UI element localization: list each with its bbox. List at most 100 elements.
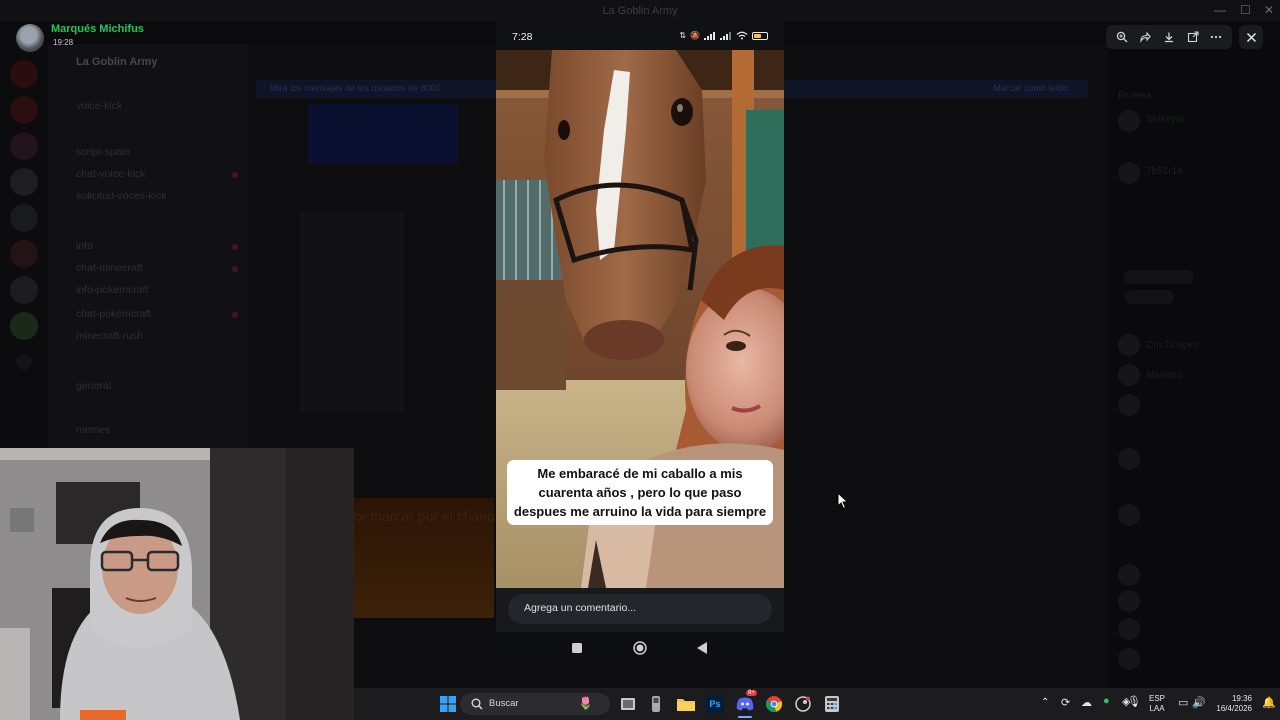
member-avatar [1118, 448, 1140, 470]
tray-cloud-icon[interactable]: ☁ [1081, 696, 1092, 709]
server-icon[interactable] [10, 60, 38, 88]
windows-taskbar: Buscar 🌷 Ps 9+ ⌃ ⟳ ☁ ● ◈ 🎙 ESP LAA ▭ 🔊 1… [354, 688, 1280, 720]
battery-level [754, 33, 761, 38]
file-explorer-icon[interactable] [676, 694, 696, 714]
channel-item[interactable]: info-pokemcraft [76, 284, 148, 296]
member-name[interactable]: Shikeyla [1146, 114, 1184, 125]
wifi-icon [736, 31, 748, 40]
server-icon[interactable] [10, 240, 38, 268]
viewer-toolbar [1106, 25, 1232, 49]
terminal-icon[interactable] [646, 694, 666, 714]
member-placeholder [1124, 290, 1174, 304]
phone-nav-bar [496, 632, 784, 664]
attachment-thumbnail[interactable] [300, 212, 404, 412]
data-icon: ⇅ [679, 31, 687, 40]
member-avatar [1118, 590, 1140, 612]
member-name[interactable]: Mariano [1146, 370, 1182, 381]
zoom-icon[interactable] [1113, 28, 1131, 46]
channel-item[interactable]: chat-minecraft [76, 262, 143, 274]
battery-icon [752, 31, 768, 40]
unread-badge [232, 244, 238, 250]
server-icon[interactable] [10, 312, 38, 340]
discord-icon[interactable]: 9+ [735, 690, 757, 714]
unread-badge [232, 312, 238, 318]
discord-badge: 9+ [746, 690, 757, 696]
webcam-overlay [0, 448, 354, 720]
taskbar-search[interactable]: Buscar 🌷 [460, 693, 610, 715]
search-icon [471, 698, 483, 710]
channel-item[interactable]: memes [76, 424, 110, 436]
member-avatar [1118, 364, 1140, 386]
open-external-icon[interactable] [1184, 28, 1202, 46]
member-list: En línea Shikeyla 7h51r14 CrisTiLopez Ma… [1108, 44, 1280, 694]
member-avatar [1118, 394, 1140, 416]
server-icon[interactable] [10, 132, 38, 160]
notifications-icon[interactable]: 🔔 [1262, 696, 1276, 709]
photoshop-icon[interactable]: Ps [705, 694, 725, 714]
server-icon[interactable] [10, 96, 38, 124]
clock[interactable]: 19:36 16/4/2026 [1212, 694, 1252, 714]
member-name[interactable]: 7h51r14 [1146, 166, 1183, 177]
recent-apps-icon[interactable] [567, 638, 587, 658]
active-app-indicator [738, 716, 752, 718]
story-caption: Me embaracé de mi caballo a mis cuarenta… [507, 460, 773, 525]
keyboard-layout: LAA [1149, 704, 1165, 713]
comment-input[interactable]: Agrega un comentario... [508, 594, 772, 624]
channel-item[interactable]: general [76, 380, 111, 392]
member-avatar [1118, 504, 1140, 526]
phone-screenshot: 7:28 ⇅ 🔕 Me embaracé de mi caballo a mis… [496, 22, 784, 664]
channel-item[interactable]: solicitud-voces-kick [76, 190, 166, 202]
add-server-icon[interactable] [16, 354, 32, 370]
widgets-icon[interactable]: 🌷 [578, 696, 593, 710]
language-indicator[interactable]: ESP LAA [1149, 694, 1165, 714]
back-icon[interactable] [692, 638, 712, 658]
channel-item[interactable]: info [76, 240, 93, 252]
member-avatar [1118, 162, 1140, 184]
tray-mic-icon[interactable]: 🎙 [1127, 695, 1141, 708]
author-name[interactable]: Marqués Michifus [51, 23, 144, 35]
minimize-icon[interactable]: — [1214, 3, 1226, 17]
mark-read-link[interactable]: Marcar como leído [993, 83, 1068, 93]
tray-chevron-icon[interactable]: ⌃ [1041, 697, 1049, 708]
photoshop-label: Ps [706, 695, 724, 713]
network-icon[interactable]: ▭ [1178, 696, 1188, 709]
windows-start-icon[interactable] [438, 694, 458, 714]
search-label: Buscar [489, 698, 519, 709]
clock-time: 19:36 [1231, 694, 1252, 703]
channel-item[interactable]: chat-voice-kick [76, 168, 145, 180]
task-view-icon[interactable] [618, 694, 638, 714]
calculator-icon[interactable] [822, 694, 842, 714]
channel-item[interactable]: chat-pokemcraft [76, 308, 151, 320]
member-name[interactable]: CrisTiLopez [1146, 340, 1199, 351]
server-icon[interactable] [10, 276, 38, 304]
server-icon[interactable] [10, 168, 38, 196]
server-name[interactable]: La Goblin Army [76, 56, 158, 68]
channel-item[interactable]: voice-kick [76, 100, 122, 112]
chat-message-partial: or marcar por el chano [354, 508, 495, 524]
horse-selfie-photo: Me embaracé de mi caballo a mis cuarenta… [496, 50, 784, 588]
mute-icon: 🔕 [690, 31, 700, 40]
channel-item[interactable]: script-spam [76, 146, 130, 158]
volume-icon[interactable]: 🔊 [1192, 696, 1206, 709]
members-online-label: En línea [1118, 90, 1152, 100]
chrome-icon[interactable] [764, 694, 784, 714]
home-icon[interactable] [630, 638, 650, 658]
member-placeholder [1124, 270, 1194, 284]
maximize-icon[interactable]: ☐ [1240, 3, 1251, 17]
clock-date: 16/4/2026 [1216, 704, 1252, 713]
forward-icon[interactable] [1136, 28, 1154, 46]
window-close-icon[interactable]: ✕ [1264, 3, 1274, 17]
phone-status-bar: 7:28 ⇅ 🔕 [496, 22, 784, 52]
server-icon[interactable] [10, 204, 38, 232]
embed-image [308, 104, 458, 164]
download-icon[interactable] [1160, 28, 1178, 46]
steam-icon[interactable] [793, 694, 813, 714]
channel-item[interactable]: minecraft-rush [76, 330, 143, 342]
close-icon[interactable] [1239, 25, 1263, 49]
author-avatar[interactable] [16, 24, 44, 52]
more-icon[interactable] [1207, 28, 1225, 46]
channel-list: La Goblin Army voice-kick script-spam ch… [48, 44, 248, 448]
language-code: ESP [1149, 694, 1166, 703]
tray-edge-icon[interactable]: ● [1103, 695, 1110, 707]
tray-sync-icon[interactable]: ⟳ [1061, 696, 1070, 709]
